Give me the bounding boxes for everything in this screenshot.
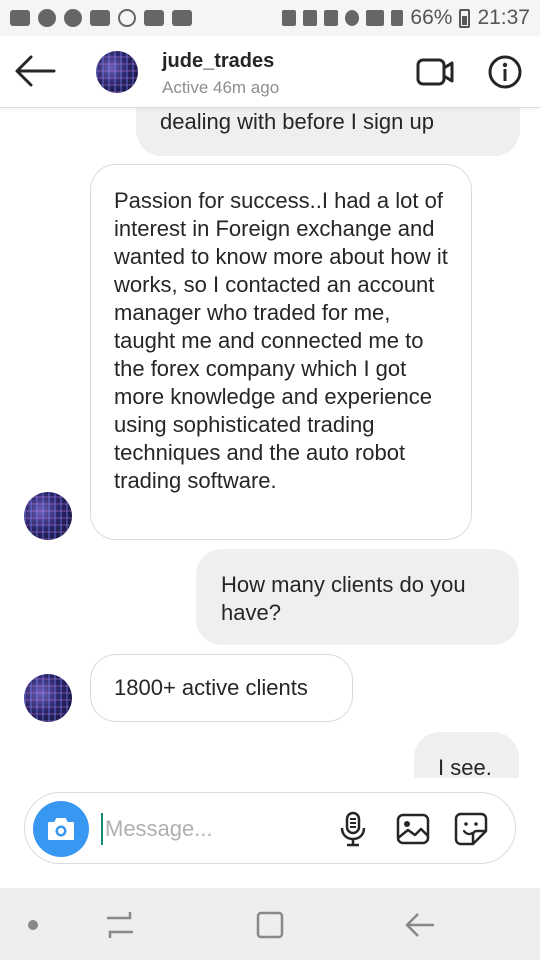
wifi-icon <box>366 10 385 26</box>
bluetooth-icon <box>303 10 318 26</box>
message-incoming[interactable]: Passion for success..I had a lot of inte… <box>90 164 472 540</box>
gallery-button[interactable] <box>395 811 431 847</box>
active-status: Active 46m ago <box>162 78 280 97</box>
message-composer <box>24 792 516 864</box>
message-outgoing[interactable]: How many clients do you have? <box>196 549 519 645</box>
back-nav-icon <box>405 913 434 937</box>
message-text: 1800+ active clients <box>114 675 308 700</box>
system-status: 66% 21:37 <box>282 6 530 30</box>
message-input[interactable] <box>101 813 321 845</box>
battery-icon <box>459 8 471 28</box>
status-bar: 66% 21:37 <box>0 0 540 36</box>
clock: 21:37 <box>477 6 530 29</box>
mail-notification-icon <box>90 10 110 26</box>
sticker-icon <box>454 812 488 846</box>
chat-notification-icon <box>38 9 56 27</box>
recent-apps-icon <box>107 912 133 938</box>
system-navigation-bar <box>0 888 540 960</box>
video-call-icon <box>416 58 454 86</box>
recent-apps-button[interactable] <box>102 908 138 942</box>
video-call-button[interactable] <box>416 58 454 86</box>
gallery-icon <box>396 813 430 845</box>
sender-avatar[interactable] <box>24 674 72 722</box>
voice-message-button[interactable] <box>335 811 371 847</box>
alarm-icon <box>345 10 360 26</box>
video-notification-icon <box>172 10 192 26</box>
camera-button[interactable] <box>33 801 89 857</box>
notification-icons <box>10 9 192 27</box>
message-text: dealing with before I sign up <box>160 109 434 134</box>
microphone-icon <box>340 811 366 847</box>
message-notification-icon <box>10 10 30 26</box>
back-button[interactable] <box>14 54 56 88</box>
chat-notification-icon <box>64 9 82 27</box>
mute-icon <box>324 10 339 26</box>
battery-percentage: 66% <box>410 6 453 29</box>
message-outgoing[interactable]: I see. <box>414 732 519 778</box>
connection-notification-icon <box>118 9 136 27</box>
message-text: I see. <box>438 755 492 778</box>
home-button[interactable] <box>252 908 288 942</box>
message-thread[interactable]: dealing with before I sign up Passion fo… <box>0 108 540 778</box>
signal-icon <box>391 10 404 26</box>
info-icon <box>488 55 522 89</box>
header-avatar[interactable] <box>96 51 138 93</box>
message-text: Passion for success..I had a lot of inte… <box>114 188 448 493</box>
sticker-button[interactable] <box>453 811 489 847</box>
image-notification-icon <box>144 10 164 26</box>
home-icon <box>256 911 284 939</box>
info-button[interactable] <box>488 55 522 89</box>
lock-icon <box>282 10 297 26</box>
back-nav-button[interactable] <box>402 908 438 942</box>
back-arrow-icon <box>15 55 56 87</box>
message-outgoing[interactable]: dealing with before I sign up <box>136 108 520 156</box>
message-incoming[interactable]: 1800+ active clients <box>90 654 353 722</box>
nav-dot-indicator <box>28 920 38 930</box>
camera-icon <box>48 818 74 840</box>
message-text: How many clients do you have? <box>221 572 466 625</box>
sender-avatar[interactable] <box>24 492 72 540</box>
chat-username[interactable]: jude_trades <box>162 50 274 73</box>
